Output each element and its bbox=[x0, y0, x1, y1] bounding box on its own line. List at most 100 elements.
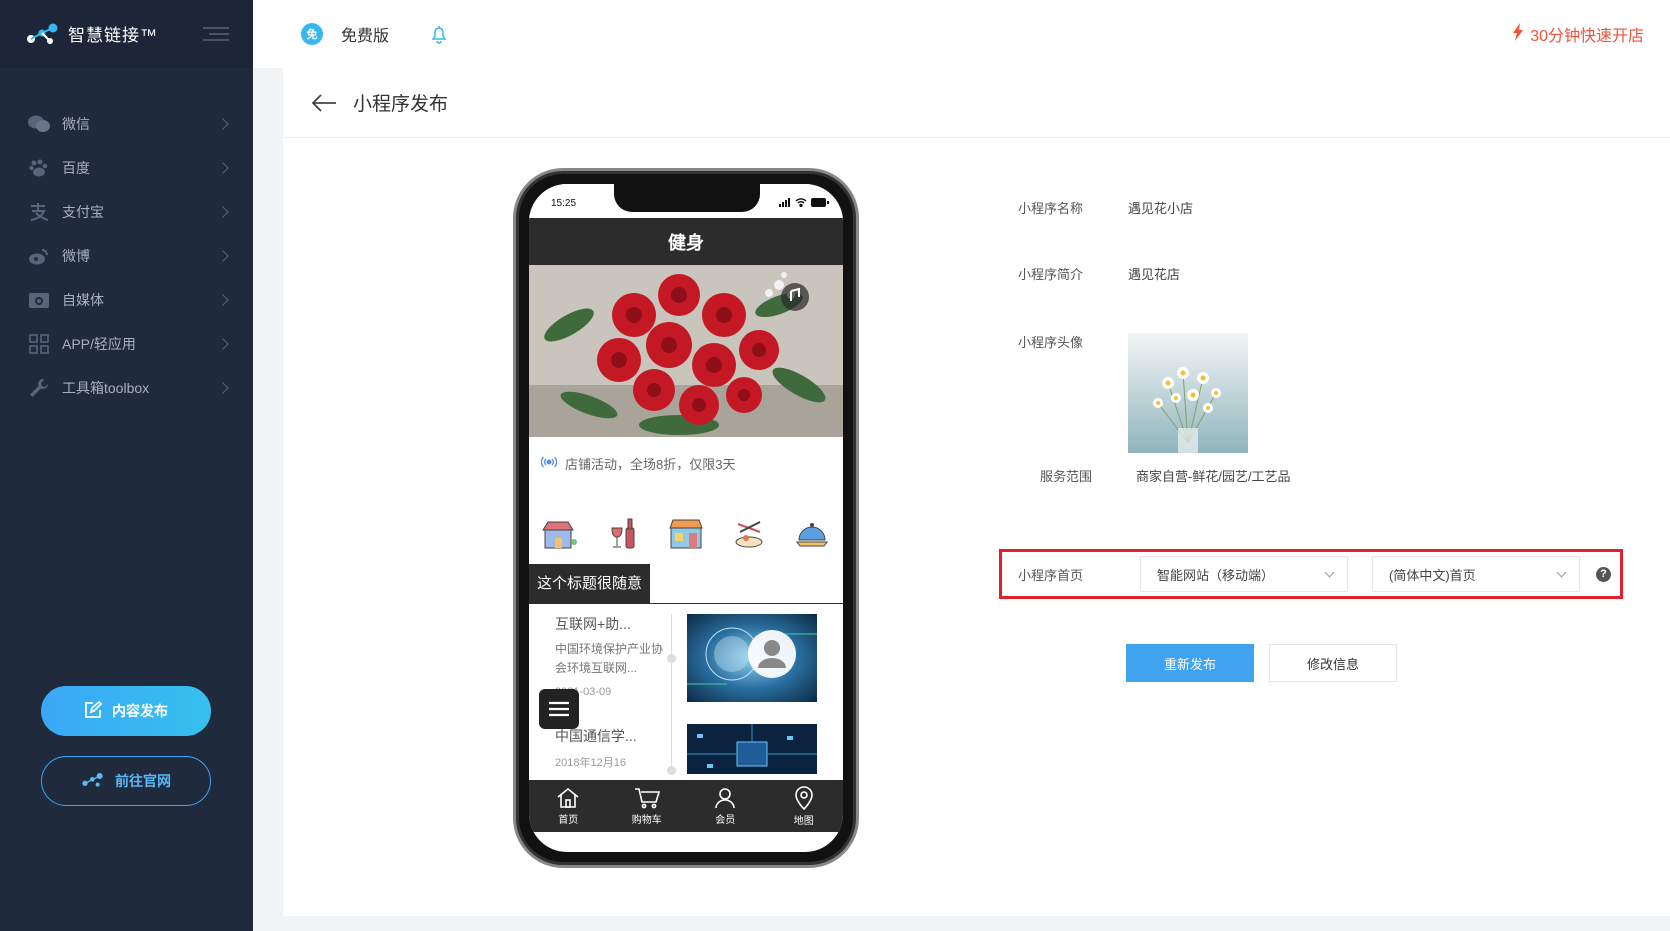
sidebar-item-label: 工具箱toolbox bbox=[62, 380, 150, 396]
page-title: 小程序发布 bbox=[353, 94, 449, 115]
tab-cart[interactable]: 购物车 bbox=[617, 787, 677, 826]
chevron-right-icon bbox=[217, 206, 229, 218]
sidebar-item-label: 微信 bbox=[62, 116, 90, 132]
app-grid-icon bbox=[28, 334, 50, 354]
notice-text: 店铺活动，全场8折，仅限3天 bbox=[565, 457, 736, 472]
sidebar-item-app[interactable]: APP/轻应用 bbox=[0, 322, 253, 366]
weibo-icon bbox=[28, 246, 50, 266]
news-title: 中国通信学... bbox=[555, 728, 637, 744]
tab-label: 地图 bbox=[793, 815, 814, 827]
name-value: 遇见花小店 bbox=[1128, 201, 1194, 216]
plan-badge-icon: 免 bbox=[301, 23, 323, 45]
quick-open-label: 30分钟快速开店 bbox=[1530, 28, 1644, 45]
status-icons bbox=[779, 198, 829, 207]
news-thumbnail[interactable] bbox=[687, 614, 817, 702]
back-arrow-icon[interactable] bbox=[311, 93, 337, 112]
category-icons bbox=[541, 514, 831, 552]
tab-member[interactable]: 会员 bbox=[695, 787, 755, 826]
sidebar: 智慧链接™ 微信 百度 支付宝 微博 自媒体 APP/轻应用 工具箱toolbo… bbox=[0, 0, 253, 931]
service-cloche-icon[interactable] bbox=[793, 514, 831, 552]
store-notice: 店铺活动，全场8折，仅限3天 bbox=[540, 454, 736, 473]
home-page-select[interactable]: (简体中文)首页 bbox=[1372, 556, 1580, 592]
sidebar-item-label: 自媒体 bbox=[62, 292, 104, 308]
section-title-bar: 这个标题很随意 bbox=[529, 564, 843, 604]
mini-program-avatar[interactable] bbox=[1128, 333, 1248, 453]
main-panel: 小程序发布 15:25 健身 店铺活动，全场8折，仅限3天 这个标题很随意 互联… bbox=[283, 68, 1670, 916]
tab-home[interactable]: 首页 bbox=[538, 787, 598, 826]
shop-icon[interactable] bbox=[541, 514, 579, 552]
user-icon bbox=[715, 787, 736, 808]
page-header: 小程序发布 bbox=[283, 68, 1670, 138]
news-thumbnail[interactable] bbox=[687, 724, 817, 774]
hamburger-icon bbox=[549, 701, 569, 717]
chevron-down-icon bbox=[1324, 567, 1335, 577]
sidebar-item-wechat[interactable]: 微信 bbox=[0, 102, 253, 146]
top-bar: 免 免费版 30分钟快速开店 bbox=[253, 0, 1670, 68]
phone-screen: 15:25 健身 店铺活动，全场8折，仅限3天 这个标题很随意 互联网+助...… bbox=[529, 184, 843, 852]
sidebar-item-label: 支付宝 bbox=[62, 204, 104, 220]
banner-image bbox=[529, 265, 843, 437]
scope-value: 商家自营-鲜花/园艺/工艺品 bbox=[1136, 469, 1291, 484]
quick-open-store-link[interactable]: 30分钟快速开店 bbox=[1512, 22, 1644, 46]
home-page-select-row: 小程序首页 智能网站（移动端） (简体中文)首页 ? bbox=[999, 549, 1623, 599]
wine-icon[interactable] bbox=[604, 514, 642, 552]
wifi-icon bbox=[795, 198, 807, 207]
site-type-select[interactable]: 智能网站（移动端） bbox=[1140, 556, 1348, 592]
list-item[interactable]: 中国通信学... 2018年12月16 bbox=[555, 726, 665, 770]
home-label: 小程序首页 bbox=[1018, 567, 1084, 583]
sidebar-menu: 微信 百度 支付宝 微博 自媒体 APP/轻应用 工具箱toolbox bbox=[0, 102, 253, 410]
avatar-label: 小程序头像 bbox=[1018, 335, 1084, 350]
bell-icon[interactable] bbox=[429, 24, 449, 44]
chevron-right-icon bbox=[217, 382, 229, 394]
help-icon[interactable]: ? bbox=[1596, 566, 1611, 582]
sidebar-header: 智慧链接™ bbox=[0, 0, 253, 68]
tab-map[interactable]: 地图 bbox=[774, 785, 834, 827]
content-publish-label: 内容发布 bbox=[112, 703, 168, 719]
edit-icon bbox=[84, 700, 103, 722]
news-date: 2018年12月16 bbox=[555, 757, 626, 769]
timeline-line bbox=[671, 614, 672, 774]
name-label: 小程序名称 bbox=[1018, 201, 1084, 216]
home-icon bbox=[557, 787, 579, 808]
store-front-icon[interactable] bbox=[667, 514, 705, 552]
scope-label: 服务范围 bbox=[1040, 469, 1093, 484]
go-official-site-button[interactable]: 前往官网 bbox=[41, 756, 211, 806]
map-pin-icon bbox=[794, 785, 813, 810]
republish-button[interactable]: 重新发布 bbox=[1126, 644, 1254, 682]
sidebar-item-alipay[interactable]: 支付宝 bbox=[0, 190, 253, 234]
go-official-site-label: 前往官网 bbox=[115, 773, 171, 789]
content-publish-button[interactable]: 内容发布 bbox=[41, 686, 211, 736]
menu-collapse-icon[interactable] bbox=[203, 26, 229, 42]
chevron-right-icon bbox=[217, 338, 229, 350]
logo-icon bbox=[26, 22, 60, 46]
sidebar-item-media[interactable]: 自媒体 bbox=[0, 278, 253, 322]
tab-label: 购物车 bbox=[631, 814, 662, 826]
wrench-icon bbox=[28, 378, 50, 398]
plan-label[interactable]: 免费版 bbox=[341, 22, 389, 46]
sidebar-item-label: 百度 bbox=[62, 160, 90, 176]
baidu-paw-icon bbox=[28, 158, 50, 178]
logo-small-icon bbox=[81, 772, 105, 791]
edit-info-button[interactable]: 修改信息 bbox=[1269, 644, 1397, 682]
chevron-down-icon bbox=[1556, 567, 1567, 577]
news-desc: 中国环境保护产业协会环境互联网... bbox=[555, 642, 664, 675]
food-icon[interactable] bbox=[730, 514, 768, 552]
list-item[interactable]: 互联网+助... 中国环境保护产业协会环境互联网... 2021-03-09 bbox=[555, 614, 665, 698]
intro-label: 小程序简介 bbox=[1018, 267, 1084, 282]
sidebar-item-toolbox[interactable]: 工具箱toolbox bbox=[0, 366, 253, 410]
chevron-right-icon bbox=[217, 162, 229, 174]
chevron-right-icon bbox=[217, 118, 229, 130]
wechat-icon bbox=[28, 114, 50, 134]
sidebar-item-label: 微博 bbox=[62, 248, 90, 264]
phone-notch bbox=[614, 184, 760, 212]
sidebar-item-baidu[interactable]: 百度 bbox=[0, 146, 253, 190]
tab-label: 首页 bbox=[558, 814, 579, 826]
status-time: 15:25 bbox=[551, 198, 577, 209]
battery-icon bbox=[811, 198, 829, 207]
sidebar-item-weibo[interactable]: 微博 bbox=[0, 234, 253, 278]
phone-preview: 15:25 健身 店铺活动，全场8折，仅限3天 这个标题很随意 互联网+助...… bbox=[513, 168, 859, 868]
alipay-icon bbox=[28, 202, 50, 222]
media-icon bbox=[28, 290, 50, 310]
float-menu-button[interactable] bbox=[539, 689, 579, 729]
sidebar-item-label: APP/轻应用 bbox=[62, 336, 136, 352]
